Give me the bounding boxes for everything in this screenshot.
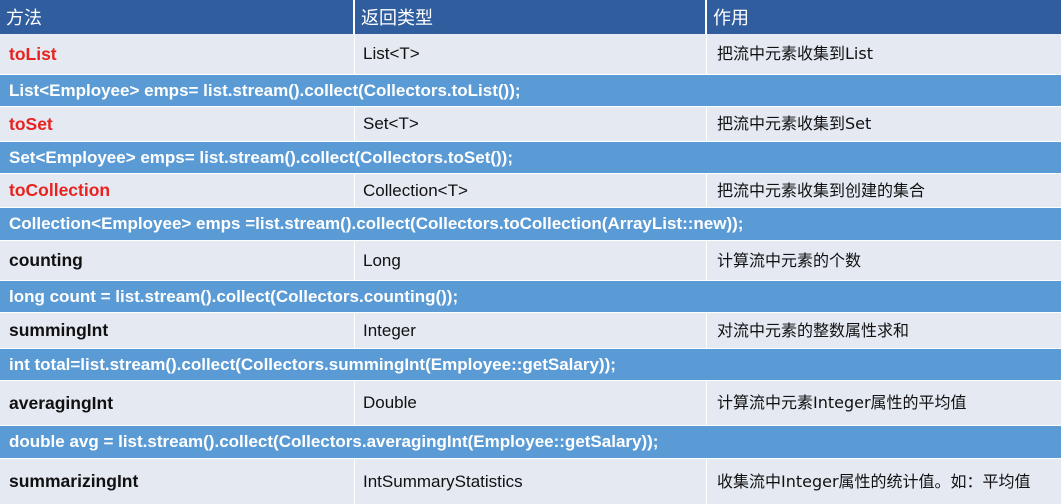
- method-name: toSet: [9, 113, 53, 134]
- table-header: 方法 返回类型 作用: [0, 0, 1061, 34]
- return-type: List<T>: [363, 44, 420, 63]
- code-example-row: double avg = list.stream().collect(Colle…: [0, 425, 1061, 459]
- method-cell: summingInt: [0, 313, 355, 348]
- code-example-row: Set<Employee> emps= list.stream().collec…: [0, 141, 1061, 174]
- return-type: Integer: [363, 320, 416, 340]
- description-cell: 计算流中元素Integer属性的平均值: [707, 381, 1061, 425]
- method-name: summarizingInt: [9, 471, 139, 491]
- code-example: int total=list.stream().collect(Collecto…: [9, 354, 616, 374]
- table-row: toSet Set<T> 把流中元素收集到Set: [0, 107, 1061, 141]
- method-cell: toSet: [0, 107, 355, 141]
- description-cell: 把流中元素收集到创建的集合: [707, 174, 1061, 207]
- return-type: Long: [363, 250, 401, 270]
- method-name: counting: [9, 250, 83, 270]
- description-cell: 计算流中元素的个数: [707, 241, 1061, 280]
- method-name: toCollection: [9, 180, 111, 200]
- return-type-cell: Double: [355, 381, 707, 425]
- return-type: Collection<T>: [363, 180, 468, 200]
- description-cell: 收集流中Integer属性的统计值。如：平均值: [707, 459, 1061, 504]
- description-cell: 把流中元素收集到List: [707, 34, 1061, 74]
- method-cell: toCollection: [0, 174, 355, 207]
- description-cell: 对流中元素的整数属性求和: [707, 313, 1061, 348]
- method-name: summingInt: [9, 320, 109, 340]
- code-example: Collection<Employee> emps =list.stream()…: [9, 214, 744, 233]
- code-example-row: int total=list.stream().collect(Collecto…: [0, 348, 1061, 381]
- return-type: Double: [363, 393, 417, 412]
- code-example-row: long count = list.stream().collect(Colle…: [0, 280, 1061, 313]
- table-row: summingInt Integer 对流中元素的整数属性求和: [0, 313, 1061, 348]
- method-cell: averagingInt: [0, 381, 355, 425]
- return-type-cell: List<T>: [355, 34, 707, 74]
- description: 把流中元素收集到Set: [717, 114, 872, 133]
- description: 计算流中元素的个数: [717, 250, 862, 270]
- table-row: toCollection Collection<T> 把流中元素收集到创建的集合: [0, 174, 1061, 207]
- code-example-row: List<Employee> emps= list.stream().colle…: [0, 74, 1061, 107]
- code-example: Set<Employee> emps= list.stream().collec…: [9, 147, 514, 167]
- method-name: toList: [9, 43, 57, 64]
- return-type-cell: Collection<T>: [355, 174, 707, 207]
- description: 收集流中Integer属性的统计值。如：平均值: [717, 471, 1031, 491]
- return-type-cell: Set<T>: [355, 107, 707, 141]
- method-cell: toList: [0, 34, 355, 74]
- return-type: IntSummaryStatistics: [363, 471, 523, 491]
- return-type-cell: Integer: [355, 313, 707, 348]
- method-name: averagingInt: [9, 392, 114, 413]
- collectors-table: 方法 返回类型 作用 toList List<T> 把流中元素收集到List L…: [0, 0, 1061, 504]
- description: 对流中元素的整数属性求和: [717, 320, 910, 340]
- description-cell: 把流中元素收集到Set: [707, 107, 1061, 141]
- method-cell: summarizingInt: [0, 459, 355, 504]
- description: 计算流中元素Integer属性的平均值: [717, 393, 967, 412]
- table-row: counting Long 计算流中元素的个数: [0, 241, 1061, 280]
- code-example: long count = list.stream().collect(Colle…: [9, 286, 459, 306]
- description: 把流中元素收集到List: [717, 44, 873, 63]
- table-row: averagingInt Double 计算流中元素Integer属性的平均值: [0, 381, 1061, 425]
- code-example: List<Employee> emps= list.stream().colle…: [9, 80, 521, 100]
- code-example: double avg = list.stream().collect(Colle…: [9, 432, 659, 451]
- header-return-type: 返回类型: [355, 0, 707, 34]
- code-example-row: Collection<Employee> emps =list.stream()…: [0, 207, 1061, 241]
- header-description: 作用: [707, 0, 1061, 34]
- return-type-cell: Long: [355, 241, 707, 280]
- description: 把流中元素收集到创建的集合: [717, 180, 926, 200]
- return-type: Set<T>: [363, 114, 419, 133]
- method-cell: counting: [0, 241, 355, 280]
- table-row: toList List<T> 把流中元素收集到List: [0, 34, 1061, 74]
- header-method: 方法: [0, 0, 355, 34]
- table-row: summarizingInt IntSummaryStatistics 收集流中…: [0, 459, 1061, 504]
- return-type-cell: IntSummaryStatistics: [355, 459, 707, 504]
